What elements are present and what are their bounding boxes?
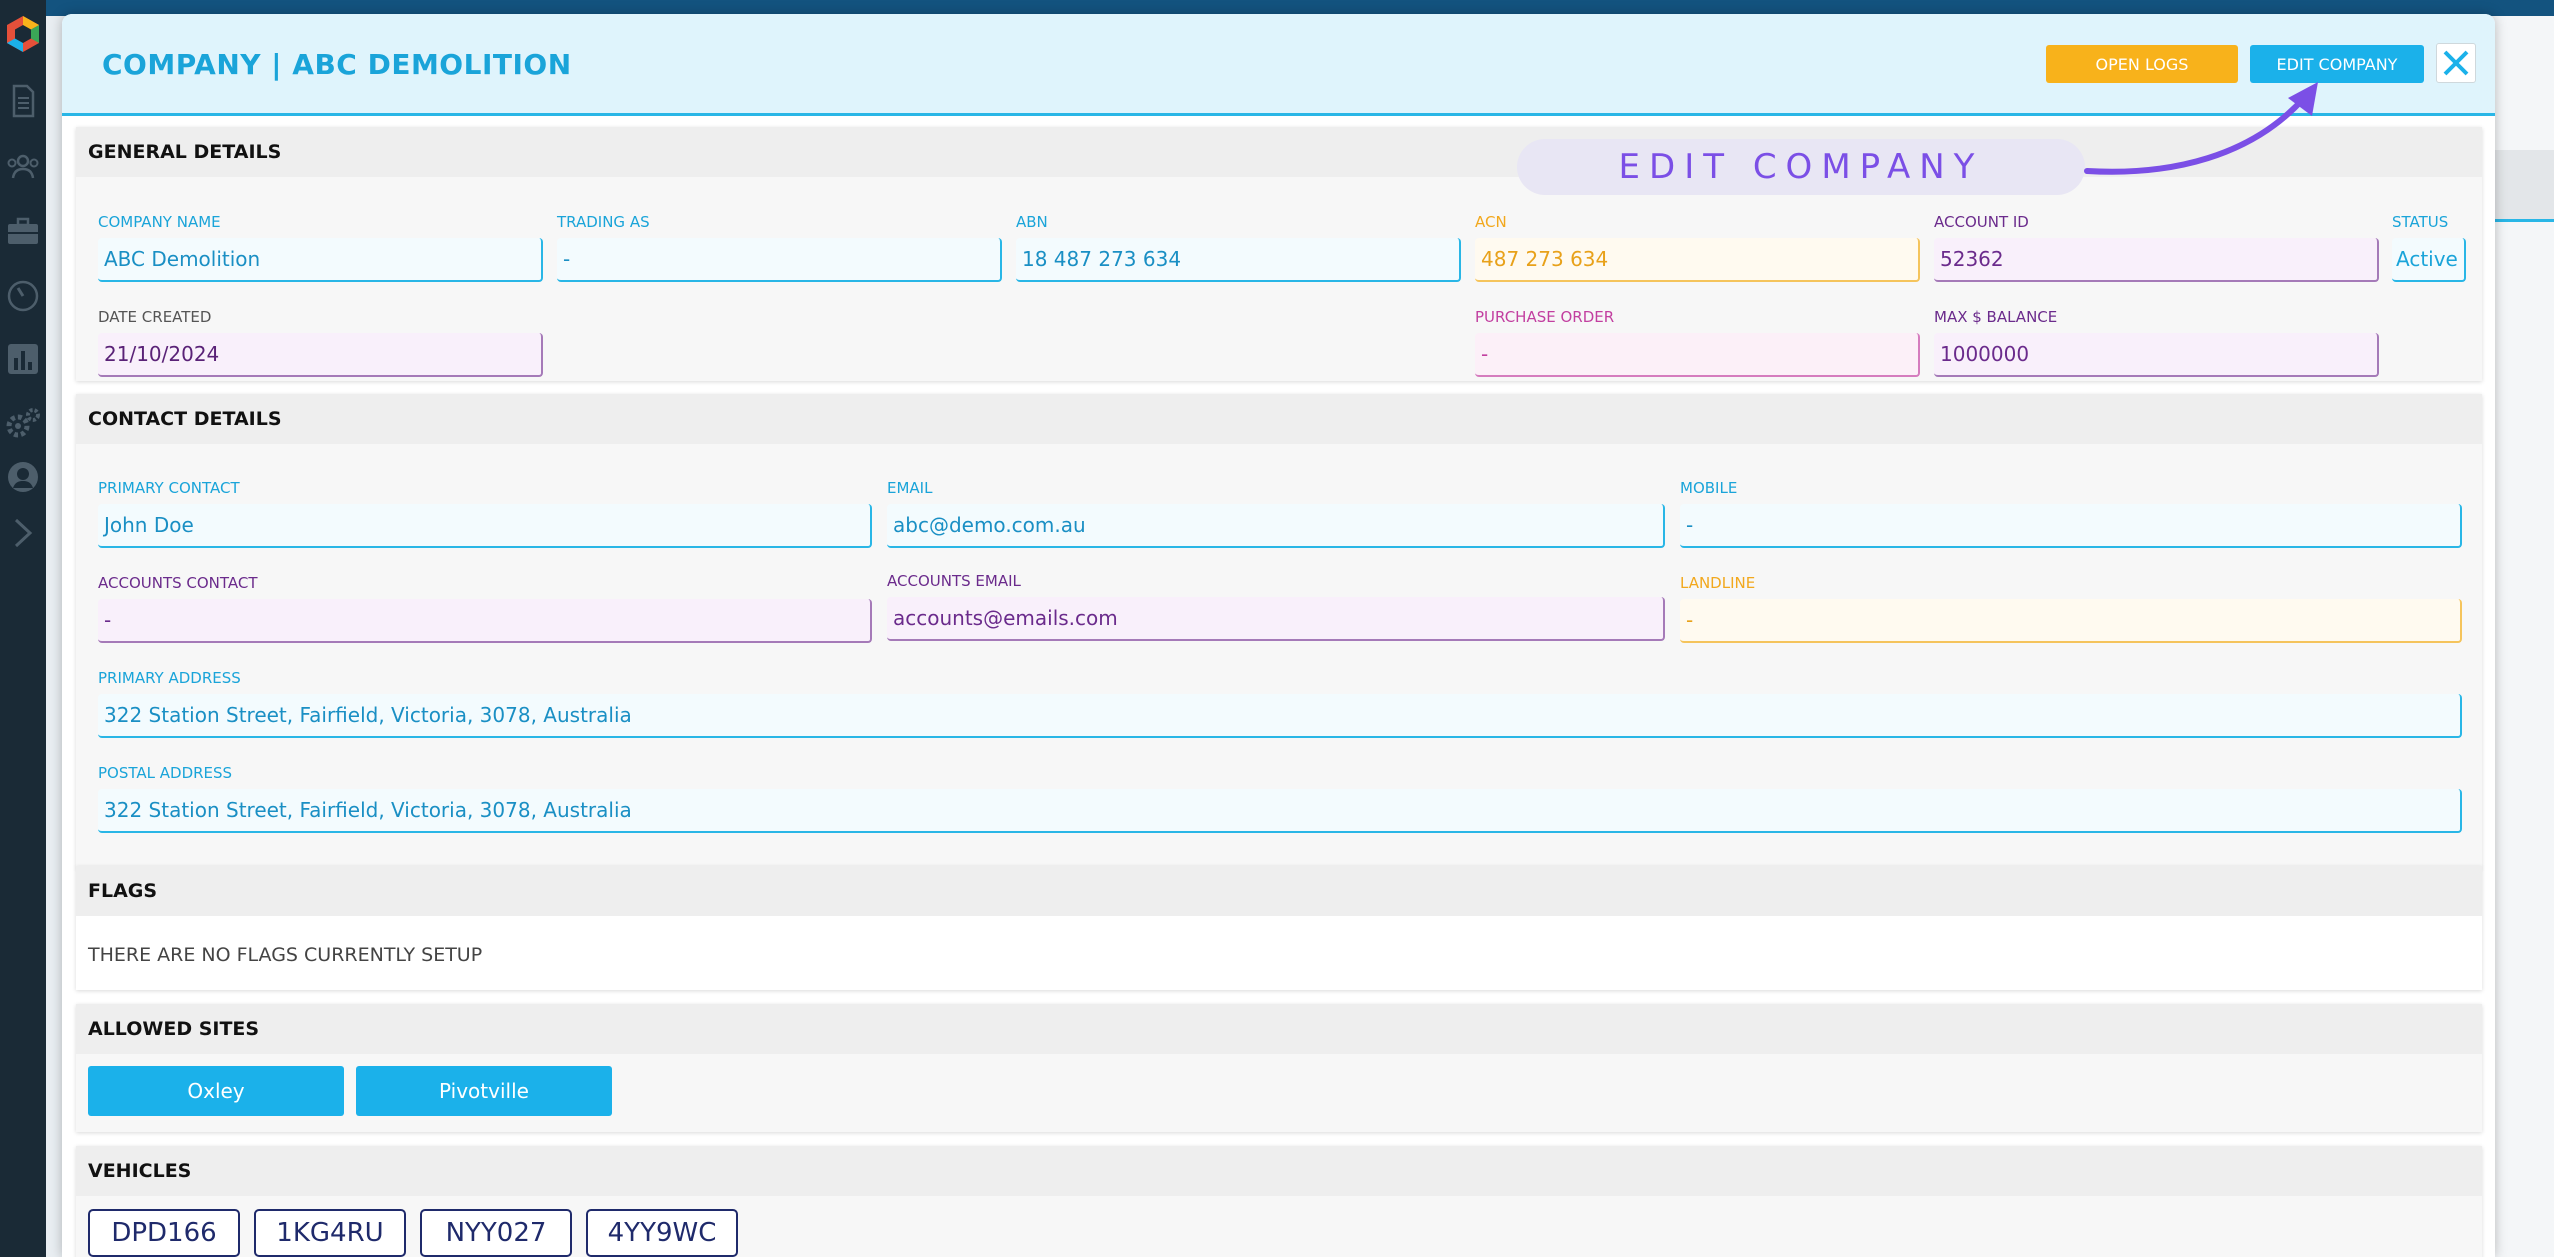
briefcase-icon[interactable]	[4, 212, 42, 250]
vehicle-tag[interactable]: 4YY9WC	[586, 1209, 738, 1257]
status-badge[interactable]: Active	[2392, 238, 2466, 282]
chevron-right-icon[interactable]	[4, 514, 42, 552]
primary-contact-input[interactable]: John Doe	[98, 504, 872, 548]
accounts-contact-field: ACCOUNTS CONTACT -	[98, 574, 872, 643]
background-page-header	[2490, 150, 2554, 222]
field-label: MAX $ BALANCE	[1934, 308, 2058, 326]
max-balance-field: MAX $ BALANCE 1000000	[1934, 308, 2379, 377]
account-id-input[interactable]: 52362	[1934, 238, 2379, 282]
document-icon[interactable]	[4, 82, 42, 120]
field-label: TRADING AS	[557, 213, 650, 231]
field-label: ACCOUNTS EMAIL	[887, 572, 1021, 590]
site-button-oxley[interactable]: Oxley	[88, 1066, 344, 1116]
field-label: POSTAL ADDRESS	[98, 764, 233, 782]
field-label: EMAIL	[887, 479, 933, 497]
landline-input[interactable]: -	[1680, 599, 2462, 643]
postal-address-field: POSTAL ADDRESS 322 Station Street, Fairf…	[98, 764, 2462, 833]
postal-address-input[interactable]: 322 Station Street, Fairfield, Victoria,…	[98, 789, 2462, 833]
app-logo-icon[interactable]	[3, 14, 43, 54]
mobile-input[interactable]: -	[1680, 504, 2462, 548]
close-icon[interactable]	[2436, 43, 2476, 83]
contact-details-section: CONTACT DETAILS PRIMARY CONTACT John Doe…	[76, 394, 2482, 868]
field-label: DATE CREATED	[98, 308, 212, 326]
email-input[interactable]: abc@demo.com.au	[887, 504, 1665, 548]
section-heading: ALLOWED SITES	[76, 1004, 2482, 1054]
vehicle-tag[interactable]: 1KG4RU	[254, 1209, 406, 1257]
date-created-input[interactable]: 21/10/2024	[98, 333, 543, 377]
app-sidebar	[0, 0, 46, 1257]
flags-empty-message: THERE ARE NO FLAGS CURRENTLY SETUP	[88, 944, 483, 966]
allowed-sites-section: ALLOWED SITES Oxley Pivotville	[76, 1004, 2482, 1132]
primary-address-input[interactable]: 322 Station Street, Fairfield, Victoria,…	[98, 694, 2462, 738]
abn-field: ABN 18 487 273 634	[1016, 213, 1461, 282]
field-label: STATUS	[2392, 213, 2449, 231]
gears-icon[interactable]	[4, 404, 42, 442]
modal-title: COMPANY | ABC DEMOLITION	[102, 48, 572, 81]
status-field: STATUS Active	[2392, 213, 2466, 282]
accounts-contact-input[interactable]: -	[98, 599, 872, 643]
mobile-field: MOBILE -	[1680, 479, 2462, 548]
gauge-icon[interactable]	[4, 276, 42, 314]
account-id-field: ACCOUNT ID 52362	[1934, 213, 2379, 282]
field-label: ACN	[1475, 213, 1507, 231]
section-heading: FLAGS	[76, 866, 2482, 916]
trading-as-field: TRADING AS -	[557, 213, 1002, 282]
primary-contact-field: PRIMARY CONTACT John Doe	[98, 479, 872, 548]
vehicles-section: VEHICLES DPD166 1KG4RU NYY027 4YY9WC	[76, 1146, 2482, 1257]
email-field: EMAIL abc@demo.com.au	[887, 479, 1665, 548]
flags-section: FLAGS THERE ARE NO FLAGS CURRENTLY SETUP	[76, 866, 2482, 990]
field-label: PURCHASE ORDER	[1475, 308, 1615, 326]
section-heading: CONTACT DETAILS	[76, 394, 2482, 444]
users-icon[interactable]	[4, 148, 42, 186]
company-name-input[interactable]: ABC Demolition	[98, 238, 543, 282]
company-name-field: COMPANY NAME ABC Demolition	[98, 213, 543, 282]
purchase-order-field: PURCHASE ORDER -	[1475, 308, 1920, 377]
site-button-pivotville[interactable]: Pivotville	[356, 1066, 612, 1116]
company-modal: COMPANY | ABC DEMOLITION OPEN LOGS EDIT …	[62, 14, 2495, 1257]
purchase-order-input[interactable]: -	[1475, 333, 1920, 377]
edit-company-annotation: EDIT COMPANY	[1517, 139, 2085, 195]
abn-input[interactable]: 18 487 273 634	[1016, 238, 1461, 282]
accounts-email-input[interactable]: accounts@emails.com	[887, 597, 1665, 641]
max-balance-input[interactable]: 1000000	[1934, 333, 2379, 377]
vehicle-tag[interactable]: NYY027	[420, 1209, 572, 1257]
support-icon[interactable]	[4, 458, 42, 496]
section-heading: VEHICLES	[76, 1146, 2482, 1196]
field-label: ACCOUNT ID	[1934, 213, 2029, 231]
field-label: ACCOUNTS CONTACT	[98, 574, 258, 592]
chart-icon[interactable]	[4, 340, 42, 378]
field-label: PRIMARY ADDRESS	[98, 669, 241, 687]
trading-as-input[interactable]: -	[557, 238, 1002, 282]
field-label: LANDLINE	[1680, 574, 1756, 592]
vehicle-tag[interactable]: DPD166	[88, 1209, 240, 1257]
field-label: PRIMARY CONTACT	[98, 479, 240, 497]
annotation-arrow-icon	[2084, 82, 2318, 175]
field-label: MOBILE	[1680, 479, 1738, 497]
acn-input[interactable]: 487 273 634	[1475, 238, 1920, 282]
accounts-email-field: ACCOUNTS EMAIL accounts@emails.com	[887, 572, 1665, 641]
primary-address-field: PRIMARY ADDRESS 322 Station Street, Fair…	[98, 669, 2462, 738]
landline-field: LANDLINE -	[1680, 574, 2462, 643]
field-label: COMPANY NAME	[98, 213, 221, 231]
field-label: ABN	[1016, 213, 1048, 231]
acn-field: ACN 487 273 634	[1475, 213, 1920, 282]
date-created-field: DATE CREATED 21/10/2024	[98, 308, 543, 377]
